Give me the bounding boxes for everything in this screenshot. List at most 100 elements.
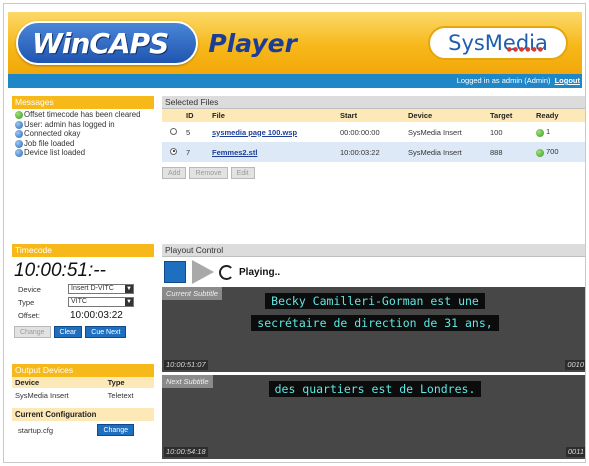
file-ready-cell: 1 bbox=[534, 122, 585, 142]
file-name-cell: Femmes2.stl bbox=[210, 142, 338, 162]
next-subtitle-number: 0011 bbox=[565, 447, 585, 457]
output-device-type: Teletext bbox=[107, 391, 134, 400]
current-configuration-title: Current Configuration bbox=[12, 408, 154, 421]
wincaps-logo-pill: WinCAPS bbox=[16, 21, 199, 65]
file-device: SysMedia Insert bbox=[408, 127, 462, 137]
timecode-panel: Timecode 10:00:51:-- Device Insert D-VIT… bbox=[12, 244, 154, 338]
current-subtitle-timecode: 10:00:51:07 bbox=[164, 360, 208, 370]
column-header-device: Device bbox=[406, 109, 488, 122]
chevron-down-icon: ▼ bbox=[125, 285, 133, 293]
device-select[interactable]: Insert D-VITC ▼ bbox=[68, 284, 134, 294]
message-text: Offset timecode has been cleared bbox=[24, 110, 141, 119]
sysmedia-logo: SysMedia ●●●●●● bbox=[428, 26, 568, 60]
change-config-button[interactable]: Change bbox=[97, 424, 134, 436]
file-ready: 700 bbox=[546, 147, 559, 157]
next-subtitle-timecode: 10:00:54:18 bbox=[164, 447, 208, 457]
sysmedia-logo-dots-icon: ●●●●●● bbox=[506, 46, 544, 53]
logo-wincaps-text: WinCAPS bbox=[32, 26, 169, 60]
file-select-cell bbox=[162, 142, 184, 162]
current-subtitle-line: Becky Camilleri-Gorman est une bbox=[162, 293, 585, 309]
messages-panel: Messages Offset timecode has been cleare… bbox=[12, 96, 154, 249]
message-text: Job file loaded bbox=[24, 138, 75, 148]
table-row[interactable]: 7 Femmes2.stl 10:00:03:22 SysMedia Inser… bbox=[162, 142, 585, 162]
timecode-title: Timecode bbox=[12, 244, 154, 257]
column-header-start: Start bbox=[338, 109, 406, 122]
add-file-button[interactable]: Add bbox=[162, 167, 187, 179]
column-header-file: File bbox=[210, 109, 338, 122]
table-header-row: ID File Start Device Target Ready bbox=[162, 109, 585, 122]
app-logo: WinCAPS Player bbox=[16, 20, 297, 66]
messages-list: Offset timecode has been cleared User: a… bbox=[12, 109, 154, 249]
playout-control-panel: Playout Control Playing.. Current Subtit… bbox=[162, 244, 585, 462]
message-text: Device list loaded bbox=[24, 148, 86, 157]
files-buttons: Add Remove Edit bbox=[162, 167, 585, 179]
message-item: Connected okay bbox=[15, 129, 151, 139]
column-header-select bbox=[162, 109, 184, 122]
clear-button[interactable]: Clear bbox=[53, 326, 83, 338]
output-devices-table: Device Type SysMedia Insert Teletext bbox=[12, 377, 154, 403]
table-row[interactable]: 5 sysmedia page 100.wsp 00:00:00:00 SysM… bbox=[162, 122, 585, 142]
subtitle-text: des quartiers est de Londres. bbox=[268, 381, 482, 397]
column-header-device: Device bbox=[12, 377, 105, 388]
remove-file-button[interactable]: Remove bbox=[189, 167, 228, 179]
file-id: 7 bbox=[184, 142, 210, 162]
type-row: Type VITC ▼ bbox=[12, 296, 154, 308]
header-banner: WinCAPS Player SysMedia ●●●●●● bbox=[8, 12, 582, 74]
selected-files-title: Selected Files bbox=[162, 96, 585, 109]
cue-next-button[interactable]: Cue Next bbox=[85, 326, 127, 338]
current-subtitle-number: 0010 bbox=[565, 360, 585, 370]
output-devices-panel: Output Devices Device Type SysMedia Inse… bbox=[12, 364, 154, 436]
file-link[interactable]: sysmedia page 100.wsp bbox=[212, 128, 297, 137]
info-icon bbox=[15, 139, 23, 148]
type-select[interactable]: VITC ▼ bbox=[68, 297, 134, 307]
logout-link[interactable]: Logout bbox=[555, 76, 580, 85]
offset-row: Offset: 10:00:03:22 bbox=[12, 309, 154, 321]
selected-files-panel: Selected Files ID File Start Device Targ… bbox=[162, 96, 585, 179]
next-subtitle-line: des quartiers est de Londres. bbox=[162, 381, 585, 397]
file-ready-cell: 700 bbox=[534, 142, 585, 162]
current-subtitle-box: Current Subtitle Becky Camilleri-Gorman … bbox=[162, 287, 585, 372]
output-devices-title: Output Devices bbox=[12, 364, 154, 377]
playout-status: Playing.. bbox=[239, 266, 281, 278]
file-select-cell bbox=[162, 122, 184, 142]
file-target: 100 bbox=[490, 127, 503, 137]
file-target: 888 bbox=[488, 142, 534, 162]
edit-file-button[interactable]: Edit bbox=[230, 167, 255, 179]
messages-title: Messages bbox=[12, 96, 154, 109]
stop-button[interactable] bbox=[164, 261, 186, 283]
file-id: 5 bbox=[186, 127, 191, 137]
info-icon bbox=[15, 130, 23, 138]
subtitle-text: secrétaire de direction de 31 ans, bbox=[251, 315, 499, 331]
change-offset-button[interactable]: Change bbox=[14, 326, 51, 338]
chevron-down-icon: ▼ bbox=[125, 298, 133, 306]
timecode-display: 10:00:51:-- bbox=[14, 260, 106, 281]
play-button[interactable] bbox=[192, 260, 214, 284]
logo-player-text: Player bbox=[208, 28, 297, 58]
message-item: Device list loaded bbox=[15, 148, 151, 158]
message-text: Connected okay bbox=[24, 129, 81, 138]
column-header-ready: Ready bbox=[534, 109, 585, 122]
file-radio[interactable] bbox=[170, 127, 177, 135]
info-icon bbox=[15, 149, 23, 157]
device-row: Device Insert D-VITC ▼ bbox=[12, 283, 154, 295]
timecode-buttons: Change Clear Cue Next bbox=[12, 326, 154, 338]
column-header-target: Target bbox=[488, 109, 534, 122]
table-row: SysMedia Insert Teletext bbox=[12, 388, 154, 403]
subtitle-text: Becky Camilleri-Gorman est une bbox=[265, 293, 485, 309]
loading-spinner-icon bbox=[219, 264, 234, 280]
file-radio[interactable] bbox=[170, 147, 177, 155]
playout-control-title: Playout Control bbox=[162, 244, 585, 257]
login-status: Logged in as admin (Admin) bbox=[456, 76, 551, 85]
app-frame: WinCAPS Player SysMedia ●●●●●● Logged in… bbox=[3, 3, 586, 463]
message-item: Job file loaded bbox=[15, 138, 151, 149]
check-icon bbox=[536, 128, 544, 137]
type-select-value: VITC bbox=[71, 298, 87, 305]
file-device: SysMedia Insert bbox=[406, 142, 488, 162]
file-link[interactable]: Femmes2.stl bbox=[212, 148, 257, 157]
message-text: User: admin has logged in bbox=[24, 119, 115, 129]
column-header-id: ID bbox=[184, 109, 210, 122]
file-start: 00:00:00:00 bbox=[340, 127, 380, 137]
next-subtitle-box: Next Subtitle des quartiers est de Londr… bbox=[162, 375, 585, 459]
type-label: Type bbox=[18, 297, 35, 307]
info-icon bbox=[15, 120, 23, 129]
